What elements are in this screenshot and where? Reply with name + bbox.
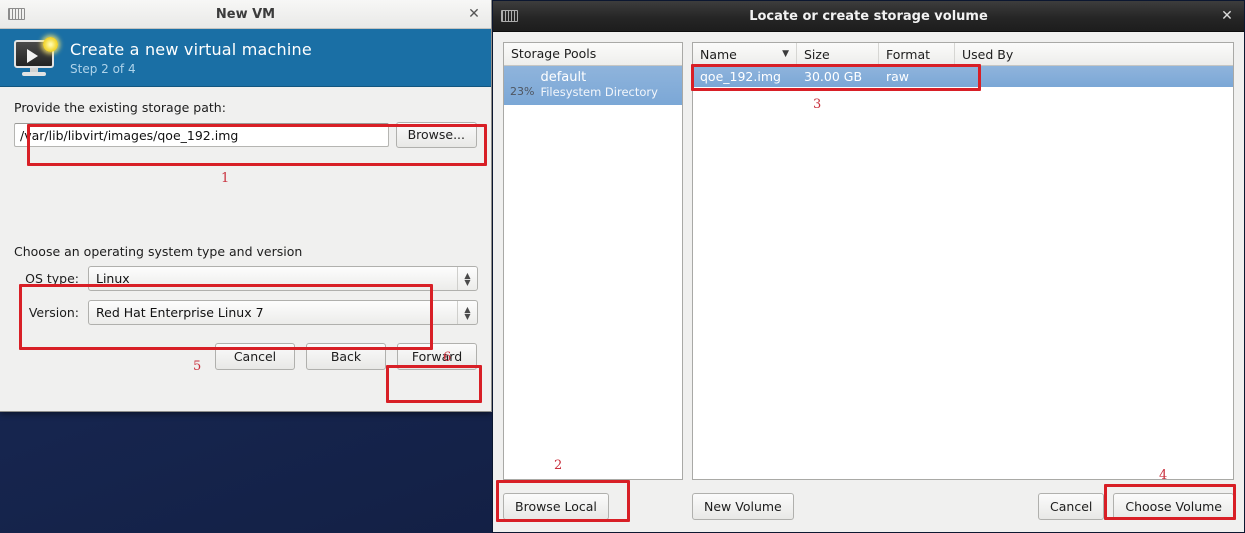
- os-type-value: Linux: [96, 271, 130, 286]
- storage-pools-header: Storage Pools: [504, 43, 682, 66]
- os-section-label: Choose an operating system type and vers…: [14, 244, 303, 259]
- storage-volume-dialog: Locate or create storage volume ✕ Storag…: [492, 0, 1245, 533]
- column-header-size[interactable]: Size: [797, 43, 879, 65]
- column-header-format[interactable]: Format: [879, 43, 955, 65]
- storage-cancel-button[interactable]: Cancel: [1038, 492, 1105, 520]
- vm-icon: [8, 8, 25, 20]
- chevron-updown-icon: ▲ ▼: [457, 301, 477, 324]
- storage-path-row: Browse...: [14, 122, 477, 148]
- browse-local-button[interactable]: Browse Local: [503, 492, 609, 520]
- new-vm-dialog: New VM ✕ Create a new virtual machine St…: [0, 0, 492, 412]
- new-vm-body: Provide the existing storage path: Brows…: [0, 87, 491, 410]
- storage-dialog-title: Locate or create storage volume: [749, 8, 988, 24]
- new-vm-action-bar: Cancel Back Forward: [215, 343, 477, 370]
- cancel-button[interactable]: Cancel: [215, 343, 295, 370]
- new-vm-title: New VM: [215, 6, 276, 22]
- chevron-updown-icon: ▲ ▼: [457, 267, 477, 290]
- os-type-select[interactable]: Linux ▲ ▼: [88, 266, 478, 291]
- storage-titlebar[interactable]: Locate or create storage volume ✕: [493, 1, 1244, 32]
- os-version-row: Version: Red Hat Enterprise Linux 7 ▲ ▼: [14, 300, 478, 325]
- banner-step: Step 2 of 4: [70, 61, 136, 76]
- column-header-used-by[interactable]: Used By: [955, 43, 1233, 65]
- volume-used-by-cell: [955, 66, 1233, 87]
- forward-button[interactable]: Forward: [397, 343, 477, 370]
- volume-table-header: Name ▼ Size Format Used By: [693, 43, 1233, 66]
- pool-name: default: [540, 70, 587, 85]
- volume-name-cell: qoe_192.img: [700, 69, 781, 84]
- volume-size-cell: 30.00 GB: [804, 69, 863, 84]
- list-item[interactable]: 23% default Filesystem Directory: [504, 66, 682, 105]
- os-type-row: OS type: Linux ▲ ▼: [14, 266, 478, 291]
- close-icon[interactable]: ✕: [1219, 8, 1235, 24]
- os-version-select[interactable]: Red Hat Enterprise Linux 7 ▲ ▼: [88, 300, 478, 325]
- choose-volume-button[interactable]: Choose Volume: [1113, 492, 1234, 520]
- vm-icon: [501, 10, 518, 22]
- storage-path-input[interactable]: [14, 123, 389, 147]
- vm-monitor-play-icon: [11, 36, 59, 79]
- volume-list-pane: Name ▼ Size Format Used By qoe_192.img 3…: [692, 42, 1234, 480]
- volume-table-body: qoe_192.img 30.00 GB raw: [693, 66, 1233, 479]
- storage-dialog-footer: Browse Local New Volume Cancel Choose Vo…: [503, 480, 1234, 532]
- new-vm-titlebar[interactable]: New VM ✕: [0, 0, 491, 29]
- os-version-value: Red Hat Enterprise Linux 7: [96, 305, 264, 320]
- table-row[interactable]: qoe_192.img 30.00 GB raw: [693, 66, 1233, 87]
- os-version-label: Version:: [28, 305, 79, 320]
- browse-button[interactable]: Browse...: [395, 122, 477, 148]
- pool-usage-percent: 23%: [510, 85, 535, 98]
- storage-dialog-body: Storage Pools 23% default Filesystem Dir…: [493, 32, 1244, 532]
- column-header-name-label: Name: [700, 46, 737, 62]
- back-button[interactable]: Back: [306, 343, 386, 370]
- new-vm-banner: Create a new virtual machine Step 2 of 4: [0, 29, 491, 87]
- storage-path-label: Provide the existing storage path:: [14, 100, 226, 115]
- column-header-name[interactable]: Name ▼: [693, 43, 797, 65]
- os-section: Choose an operating system type and vers…: [14, 244, 478, 334]
- storage-pools-pane: Storage Pools 23% default Filesystem Dir…: [503, 42, 683, 480]
- storage-pools-list[interactable]: Storage Pools 23% default Filesystem Dir…: [503, 42, 683, 480]
- volume-format-cell: raw: [886, 69, 910, 84]
- new-volume-button[interactable]: New Volume: [692, 492, 794, 520]
- chevron-down-icon: ▼: [782, 49, 789, 59]
- close-icon[interactable]: ✕: [466, 6, 482, 22]
- banner-title: Create a new virtual machine: [70, 39, 312, 59]
- pool-type: Filesystem Directory: [540, 85, 658, 99]
- os-type-label: OS type:: [25, 271, 79, 286]
